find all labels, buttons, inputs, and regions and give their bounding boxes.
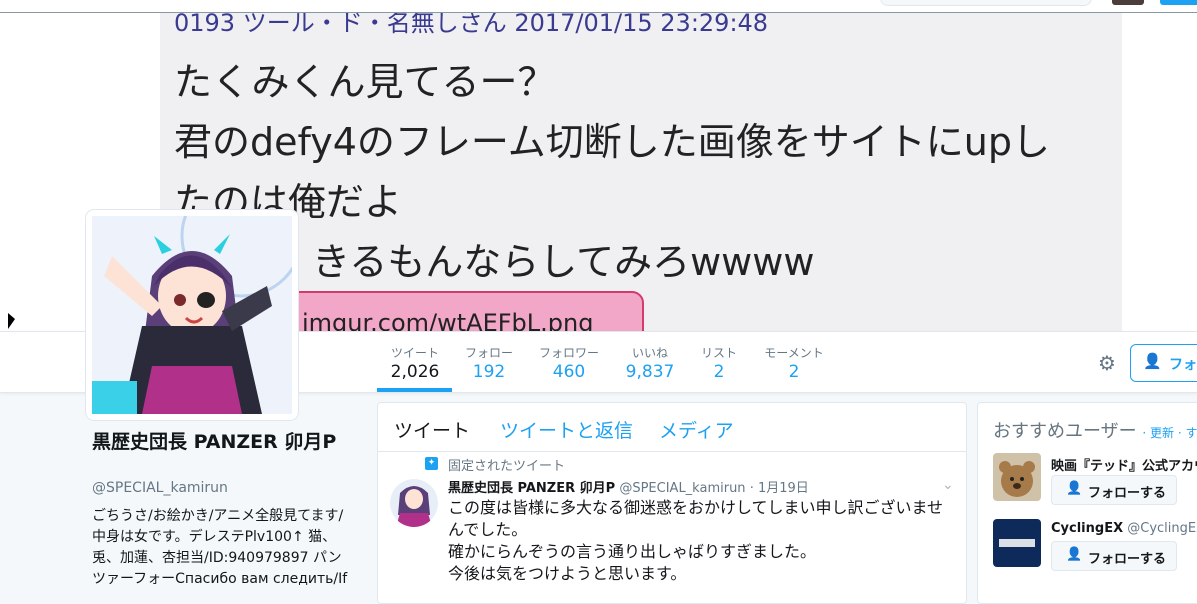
- profile-banner: 0193 ツール・ド・名無しさん 2017/01/15 23:29:48 たくみ…: [160, 13, 1122, 331]
- tweet-author-name[interactable]: 黒歴史団長 PANZER 卯月P: [448, 481, 615, 496]
- stat-label: リスト: [700, 346, 737, 360]
- stat-value: 2: [788, 362, 800, 382]
- stat-followers[interactable]: フォロワー 460: [532, 344, 606, 382]
- banner-post-meta: 0193 ツール・ド・名無しさん 2017/01/15 23:29:48: [174, 13, 769, 37]
- tweet-author-handle[interactable]: @SPECIAL_kamirun: [619, 481, 745, 496]
- stat-lists[interactable]: リスト 2: [694, 344, 744, 382]
- stat-label: いいね: [631, 346, 668, 360]
- suggested-user: 映画『テッド』公式アカウ 👤 フォローする: [993, 453, 1197, 513]
- add-user-icon: 👤: [1143, 352, 1162, 370]
- pinned-tweet-label: 固定されたツイート: [448, 459, 566, 474]
- pin-icon: ✦: [425, 457, 438, 470]
- tweet-line: この度は皆様に多大なる御迷惑をおかけしてしまい申し訳ございませ: [448, 498, 944, 517]
- tweet-avatar[interactable]: [390, 479, 438, 527]
- cyclingex-avatar-image: [993, 519, 1041, 567]
- who-to-follow-title: おすすめユーザー · 更新 · すべ: [993, 417, 1197, 443]
- add-user-icon: 👤: [1066, 481, 1083, 496]
- follow-suggested-label: フォローする: [1088, 552, 1167, 567]
- tab-tweets-and-replies[interactable]: ツイートと返信: [500, 416, 633, 443]
- timeline-tabs: ツイート ツイートと返信 メディア: [378, 403, 966, 452]
- add-user-icon: 👤: [1066, 547, 1083, 562]
- compose-tweet-button[interactable]: [1160, 0, 1197, 5]
- who-to-follow-panel: おすすめユーザー · 更新 · すべ 映画『テッド』公式アカウ 👤 フォローする: [977, 402, 1197, 604]
- tweet-line: んでした。: [448, 520, 528, 539]
- tab-tweets[interactable]: ツイート: [394, 416, 470, 443]
- stat-value: 2: [713, 362, 725, 382]
- avatar-illustration: [92, 216, 292, 414]
- stat-moments[interactable]: モーメント 2: [760, 344, 828, 382]
- stat-following[interactable]: フォロー 192: [460, 344, 518, 382]
- banner-line: たくみくん見てるー？: [174, 60, 556, 104]
- who-to-follow-heading: おすすめユーザー: [993, 421, 1137, 442]
- follow-suggested-button[interactable]: 👤 フォローする: [1051, 541, 1177, 571]
- suggested-user-avatar[interactable]: [993, 519, 1041, 567]
- profile-handle[interactable]: @SPECIAL_kamirun: [92, 480, 228, 496]
- stat-likes[interactable]: いいね 9,837: [620, 344, 680, 382]
- active-tab-indicator: [377, 388, 452, 392]
- follow-button-label: フォロ: [1169, 357, 1197, 373]
- tweet-avatar-image: [390, 479, 438, 527]
- tweet-text: この度は皆様に多大なる御迷惑をおかけしてしまい申し訳ございませ んでした。 確か…: [448, 497, 948, 585]
- suggested-user-name[interactable]: 映画『テッド』公式アカウ: [1051, 459, 1197, 474]
- stat-label: フォロワー: [538, 346, 599, 360]
- tweet-header: 黒歴史団長 PANZER 卯月P @SPECIAL_kamirun · 1月19…: [448, 477, 809, 496]
- stat-label: フォロー: [464, 346, 513, 360]
- suggested-user-name-row: 映画『テッド』公式アカウ: [1051, 455, 1197, 474]
- stat-value: 9,837: [625, 362, 675, 382]
- stat-value: 2,026: [390, 362, 440, 382]
- timeline-panel: ツイート ツイートと返信 メディア ✦ 固定されたツイート 黒歴史団長 PANZ…: [377, 402, 967, 604]
- follow-button[interactable]: 👤 フォロ: [1130, 344, 1197, 382]
- stat-tweets[interactable]: ツイート 2,026: [380, 344, 450, 382]
- tab-media[interactable]: メディア: [659, 416, 734, 443]
- follow-suggested-label: フォローする: [1088, 486, 1167, 501]
- profile-avatar[interactable]: [86, 210, 298, 420]
- chevron-down-icon[interactable]: ⌄: [942, 477, 954, 493]
- banner-link-text: imgur.com/wtAEFbL.png: [302, 309, 594, 331]
- stat-value: 192: [472, 362, 506, 382]
- top-nav-bar: [0, 0, 1197, 13]
- profile-bio: ごちうさ/お絵かき/アニメ全般見てます/中身は女です。デレステPlv100↑ 猫…: [92, 508, 348, 587]
- stat-value: 460: [552, 362, 586, 382]
- suggested-user-name-row: CyclingEX @CyclingEX: [1051, 521, 1197, 536]
- suggested-user: CyclingEX @CyclingEX 👤 フォローする: [993, 519, 1197, 579]
- profile-name[interactable]: 黒歴史団長 PANZER 卯月P: [92, 430, 362, 454]
- refresh-link[interactable]: · 更新 · すべ: [1142, 426, 1197, 440]
- banner-line: きるもんならしてみろwwww: [312, 240, 815, 284]
- suggested-user-handle[interactable]: @CyclingEX: [1127, 521, 1197, 536]
- mouse-cursor: [8, 313, 15, 329]
- stat-label: ツイート: [390, 346, 439, 360]
- follow-suggested-button[interactable]: 👤 フォローする: [1051, 475, 1177, 505]
- stat-label: モーメント: [764, 346, 824, 360]
- account-avatar[interactable]: [1112, 0, 1144, 5]
- suggested-user-avatar[interactable]: [993, 453, 1041, 501]
- ted-avatar-image: [993, 453, 1041, 501]
- tweet-line: 今後は気をつけようと思います。: [448, 564, 687, 583]
- tweet-timestamp[interactable]: · 1月19日: [750, 481, 809, 496]
- tweet-line: 確かにらんぞうの言う通り出しゃばりすぎました。: [448, 542, 817, 561]
- banner-line: 君のdefy4のフレーム切断した画像をサイトにupし: [174, 120, 1050, 164]
- suggested-user-name[interactable]: CyclingEX: [1051, 521, 1123, 536]
- gear-icon[interactable]: ⚙: [1098, 351, 1116, 375]
- search-input[interactable]: [880, 0, 1092, 6]
